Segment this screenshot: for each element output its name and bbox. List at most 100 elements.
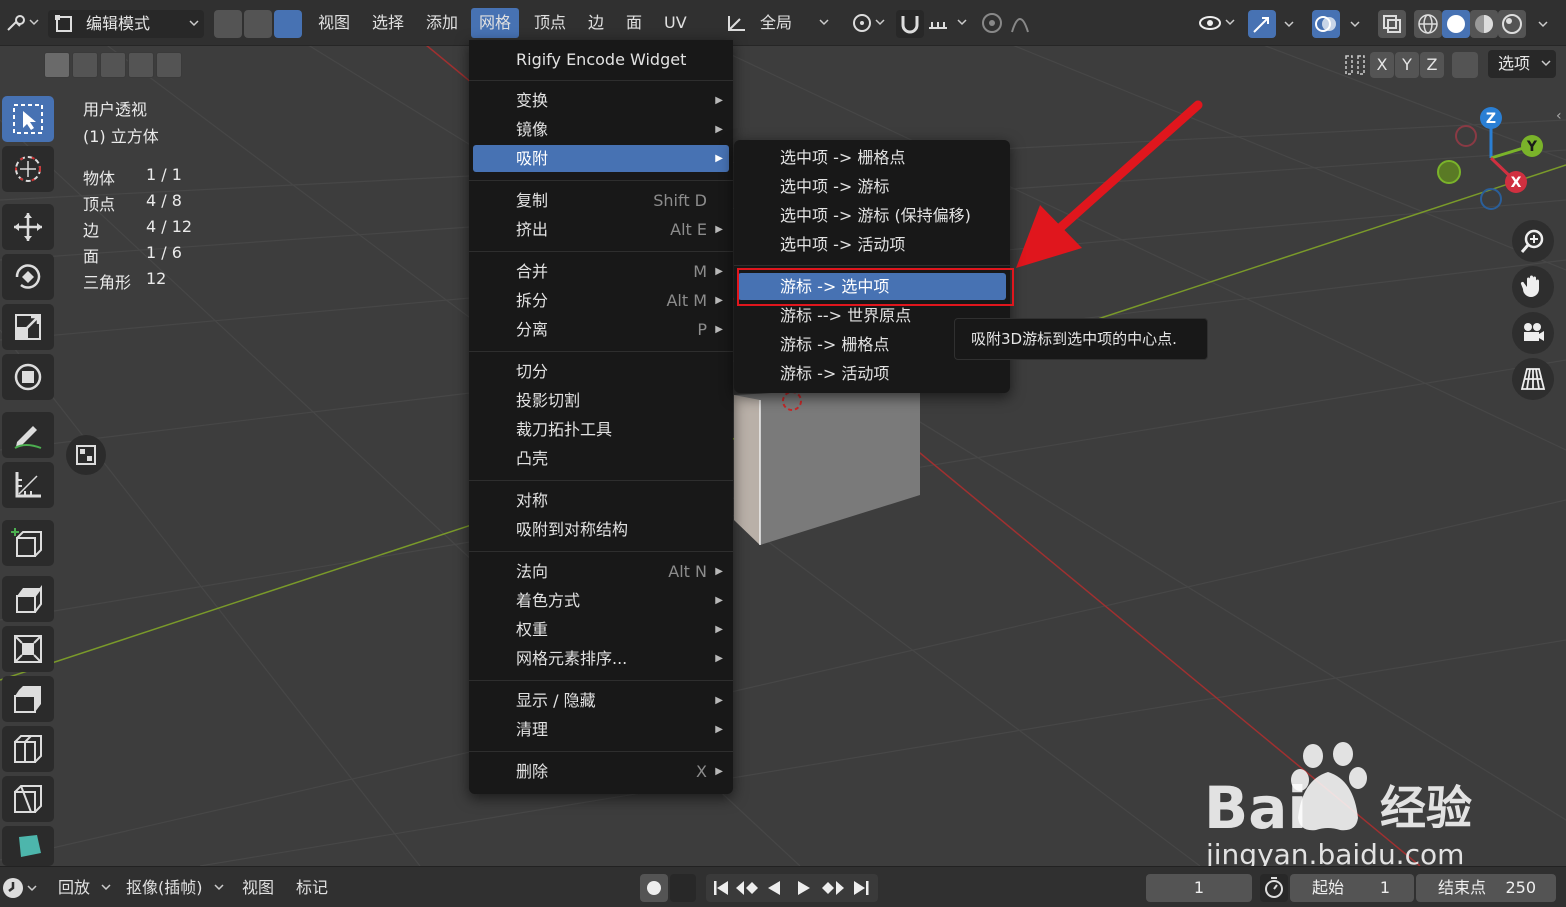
submenu-item-selection-to-grid[interactable]: 选中项 -> 栅格点 xyxy=(738,144,1006,171)
menu-item-delete[interactable]: 删除 X ▶ xyxy=(473,758,729,785)
select-box-new[interactable] xyxy=(44,52,70,78)
menu-select[interactable]: 选择 xyxy=(372,8,404,38)
tool-measure[interactable] xyxy=(2,462,54,508)
menu-add[interactable]: 添加 xyxy=(426,8,458,38)
tool-move[interactable] xyxy=(2,204,54,250)
menu-item-mirror[interactable]: 镜像 ▶ xyxy=(473,116,729,143)
tool-annotate[interactable] xyxy=(2,412,54,458)
zoom-button[interactable] xyxy=(1512,220,1554,262)
auto-merge-toggle[interactable] xyxy=(1452,52,1478,78)
menu-item-extrude[interactable]: 挤出 Alt E ▶ xyxy=(473,216,729,243)
proportional-edit-toggle[interactable] xyxy=(980,8,1044,38)
tool-extrude[interactable] xyxy=(2,576,54,622)
select-box-invert[interactable] xyxy=(128,52,154,78)
mirror-x-toggle[interactable]: X xyxy=(1370,52,1394,78)
menu-item-rigify-encode-widget[interactable]: Rigify Encode Widget xyxy=(473,46,729,73)
play-icon xyxy=(798,881,810,895)
submenu-item-selection-to-cursor-offset[interactable]: 选中项 -> 游标 (保持偏移) xyxy=(738,202,1006,229)
mirror-z-toggle[interactable]: Z xyxy=(1420,52,1444,78)
select-box-subtract[interactable] xyxy=(100,52,126,78)
menu-item-split[interactable]: 拆分 Alt M ▶ xyxy=(473,287,729,314)
menu-face[interactable]: 面 xyxy=(626,8,642,38)
edge-select-mode[interactable] xyxy=(244,10,272,38)
tool-select-box[interactable] xyxy=(2,96,54,142)
tool-inset[interactable] xyxy=(2,626,54,672)
editor-type-dropdown[interactable] xyxy=(4,8,40,38)
menu-item-bisect[interactable]: 切分 xyxy=(473,358,729,385)
sidebar-expand-icon[interactable]: ‹ xyxy=(1556,108,1562,124)
mirror-icon[interactable] xyxy=(1342,52,1368,78)
camera-view-button[interactable] xyxy=(1512,312,1554,354)
tool-loop-cut[interactable] xyxy=(2,726,54,772)
perspective-toggle-button[interactable] xyxy=(1512,358,1554,400)
menu-item-merge[interactable]: 合并 M ▶ xyxy=(473,258,729,285)
mirror-y-toggle[interactable]: Y xyxy=(1395,52,1419,78)
uv-sidebar-toggle[interactable] xyxy=(66,435,106,475)
menu-item-normals[interactable]: 法向 Alt N ▶ xyxy=(473,558,729,585)
options-dropdown[interactable]: 选项 xyxy=(1488,50,1556,78)
select-box-extend[interactable] xyxy=(72,52,98,78)
current-frame-field[interactable]: 1 xyxy=(1146,874,1252,902)
menu-keying[interactable]: 抠像(插帧) xyxy=(126,874,225,902)
shading-solid[interactable] xyxy=(1442,10,1470,38)
tool-poly-build[interactable] xyxy=(2,826,54,866)
tool-transform[interactable] xyxy=(2,354,54,400)
mode-dropdown[interactable]: 编辑模式 xyxy=(48,10,204,38)
menu-playback[interactable]: 回放 xyxy=(58,874,112,902)
submenu-item-cursor-to-active[interactable]: 游标 -> 活动项 xyxy=(738,360,1006,387)
keying-set-dropdown[interactable] xyxy=(670,874,696,902)
timeline-editor-type[interactable] xyxy=(2,874,42,902)
menu-mesh[interactable]: 网格 xyxy=(471,8,520,38)
shading-material[interactable] xyxy=(1470,10,1498,38)
menu-item-transform[interactable]: 变换 ▶ xyxy=(473,87,729,114)
menu-item-weights[interactable]: 权重 ▶ xyxy=(473,616,729,643)
menu-item-snap[interactable]: 吸附 ▶ xyxy=(473,145,729,172)
overlay-toggle[interactable] xyxy=(1312,10,1340,38)
xray-toggle[interactable] xyxy=(1378,10,1406,38)
visibility-dropdown[interactable] xyxy=(1198,8,1238,38)
menu-item-knife-project[interactable]: 投影切割 xyxy=(473,387,729,414)
vertex-select-mode[interactable] xyxy=(214,10,242,38)
menu-item-sort-elements[interactable]: 网格元素排序... ▶ xyxy=(473,645,729,672)
menu-marker[interactable]: 标记 xyxy=(296,874,328,902)
menu-vertex[interactable]: 顶点 xyxy=(534,8,566,38)
tool-scale[interactable] xyxy=(2,304,54,350)
tool-add-cube[interactable] xyxy=(2,520,54,566)
tool-bevel[interactable] xyxy=(2,676,54,722)
start-frame-field[interactable]: 起始 1 xyxy=(1290,874,1414,902)
menu-item-clean-up[interactable]: 清理 ▶ xyxy=(473,716,729,743)
menu-item-symmetrize[interactable]: 对称 xyxy=(473,487,729,514)
end-frame-field[interactable]: 结束点 250 xyxy=(1416,874,1556,902)
chevron-down-icon[interactable] xyxy=(1282,20,1296,30)
menu-edge[interactable]: 边 xyxy=(588,8,604,38)
menu-item-snap-to-symmetry[interactable]: 吸附到对称结构 xyxy=(473,516,729,543)
pivot-point-dropdown[interactable] xyxy=(848,8,888,38)
chevron-down-icon[interactable] xyxy=(1536,20,1550,30)
chevron-down-icon[interactable] xyxy=(1348,20,1362,30)
tool-rotate[interactable] xyxy=(2,254,54,300)
menu-item-duplicate[interactable]: 复制 Shift D xyxy=(473,187,729,214)
pan-button[interactable] xyxy=(1512,266,1554,308)
menu-item-show-hide[interactable]: 显示 / 隐藏 ▶ xyxy=(473,687,729,714)
zoom-icon xyxy=(1520,229,1544,253)
auto-keying-toggle[interactable] xyxy=(640,874,668,902)
gizmo-toggle[interactable] xyxy=(1248,10,1276,38)
snap-toggle[interactable] xyxy=(896,10,924,38)
menu-view[interactable]: 视图 xyxy=(318,8,350,38)
select-box-intersect[interactable] xyxy=(156,52,182,78)
face-select-mode[interactable] xyxy=(274,10,302,38)
snap-target-dropdown[interactable] xyxy=(926,8,970,38)
menu-item-knife-topology[interactable]: 裁刀拓扑工具 xyxy=(473,416,729,443)
menu-item-shading[interactable]: 着色方式 ▶ xyxy=(473,587,729,614)
tool-knife[interactable] xyxy=(2,776,54,822)
menu-timeline-view[interactable]: 视图 xyxy=(242,874,274,902)
menu-item-convex-hull[interactable]: 凸壳 xyxy=(473,445,729,472)
submenu-item-selection-to-active[interactable]: 选中项 -> 活动项 xyxy=(738,231,1006,258)
submenu-item-selection-to-cursor[interactable]: 选中项 -> 游标 xyxy=(738,173,1006,200)
menu-uv[interactable]: UV xyxy=(664,8,687,38)
shading-rendered[interactable] xyxy=(1498,10,1526,38)
tool-cursor[interactable] xyxy=(2,146,54,192)
shading-wireframe[interactable] xyxy=(1414,10,1442,38)
menu-item-separate[interactable]: 分离 P ▶ xyxy=(473,316,729,343)
preview-range-toggle[interactable] xyxy=(1260,874,1288,902)
